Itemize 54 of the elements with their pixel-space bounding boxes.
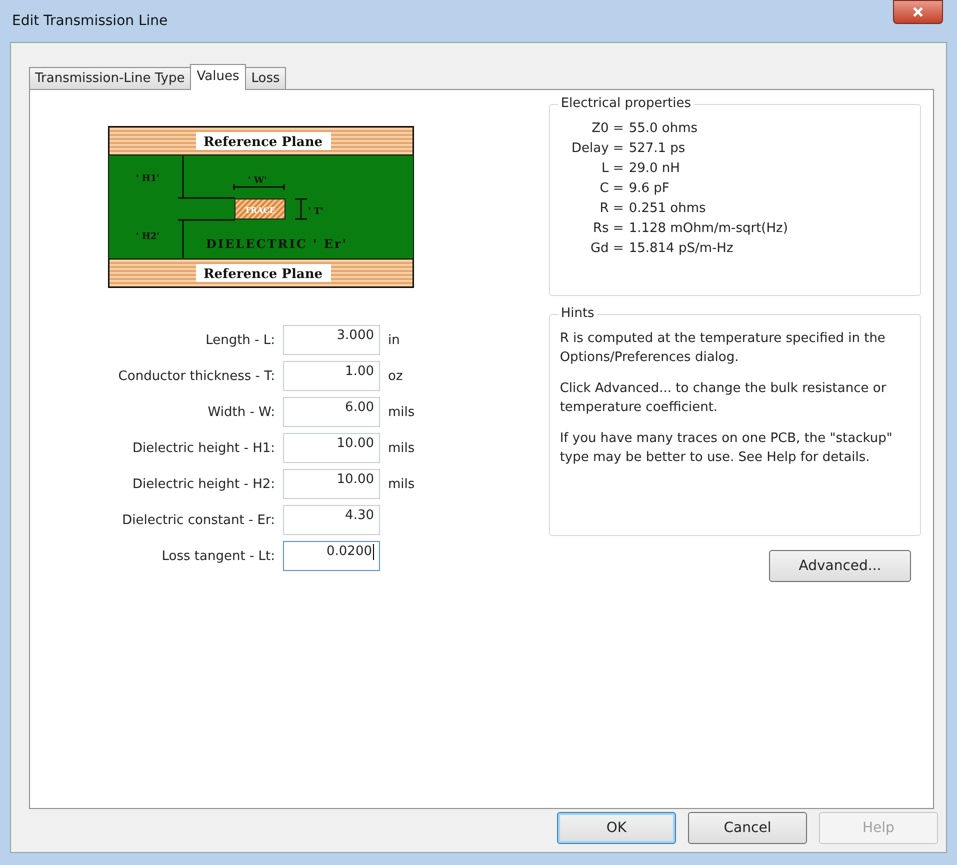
property-label: Z0 =	[590, 121, 624, 136]
field-label: Dielectric height - H1:	[131, 440, 276, 456]
h1-label: ' H1'	[136, 174, 160, 184]
tab[interactable]: Loss	[245, 67, 286, 89]
dialog-button[interactable]: Cancel	[688, 812, 807, 844]
property-label: R =	[598, 201, 624, 216]
property-value: 15.814 pS/m-Hz	[628, 241, 734, 256]
input-field[interactable]: 10.00	[283, 433, 380, 463]
field-label: Length - L:	[204, 332, 276, 348]
property-value: 55.0 ohms	[628, 121, 699, 136]
reference-plane-label: Reference Plane	[203, 267, 323, 282]
unit-label: in	[387, 332, 401, 348]
h2-label: ' H2'	[136, 232, 160, 242]
dialog-button[interactable]: OK	[557, 812, 676, 844]
t-label: ' T'	[308, 207, 324, 217]
hint-text: R is computed at the temperature specified in the Options/Preferences dialog.	[560, 330, 886, 367]
tab[interactable]: Values	[190, 64, 246, 90]
input-field[interactable]: 10.00	[283, 469, 380, 499]
field-label: Dielectric height - H2:	[131, 476, 276, 492]
field-label: Width - W:	[206, 404, 276, 420]
property-value: 29.0 nH	[628, 161, 681, 176]
unit-label: mils	[387, 440, 416, 456]
property-value: 1.128 mOhm/m-sqrt(Hz)	[628, 221, 789, 236]
close-icon	[912, 6, 924, 18]
property-label: Delay =	[570, 141, 624, 156]
unit-label: mils	[387, 404, 416, 420]
input-field[interactable]: 4.30	[283, 505, 380, 535]
close-button[interactable]	[893, 0, 943, 24]
property-value: 0.251 ohms	[628, 201, 707, 216]
trace-label: TRACE	[244, 205, 276, 215]
property-label: C =	[598, 181, 624, 196]
w-label: ' W'	[248, 176, 267, 186]
input-field[interactable]: 0.0200	[283, 541, 380, 571]
input-field[interactable]: 6.00	[283, 397, 380, 427]
dielectric-label: DIELECTRIC ' Er'	[206, 237, 348, 251]
property-label: L =	[600, 161, 624, 176]
hint-text: If you have many traces on one PCB, the "stackup" type may be better to use. See Help for details.	[560, 430, 894, 467]
property-value: 527.1 ps	[628, 141, 686, 156]
tab[interactable]: Transmission-Line Type	[29, 67, 191, 89]
window-title: Edit Transmission Line	[11, 13, 168, 29]
input-field[interactable]: 3.000	[283, 325, 380, 355]
input-field[interactable]: 1.00	[283, 361, 380, 391]
hint-text: Click Advanced... to change the bulk resistance or temperature coefficient.	[560, 380, 888, 417]
property-label: Rs =	[592, 221, 624, 236]
field-label: Loss tangent - Lt:	[160, 548, 276, 564]
property-label: Gd =	[589, 241, 624, 256]
field-label: Conductor thickness - T:	[117, 368, 276, 384]
field-label: Dielectric constant - Er:	[121, 512, 276, 528]
unit-label: mils	[387, 476, 416, 492]
property-value: 9.6 pF	[628, 181, 670, 196]
unit-label: oz	[387, 368, 404, 384]
advanced-button[interactable]: Advanced...	[769, 550, 911, 582]
reference-plane-label: Reference Plane	[203, 135, 323, 150]
group-title: Electrical properties	[558, 96, 694, 111]
